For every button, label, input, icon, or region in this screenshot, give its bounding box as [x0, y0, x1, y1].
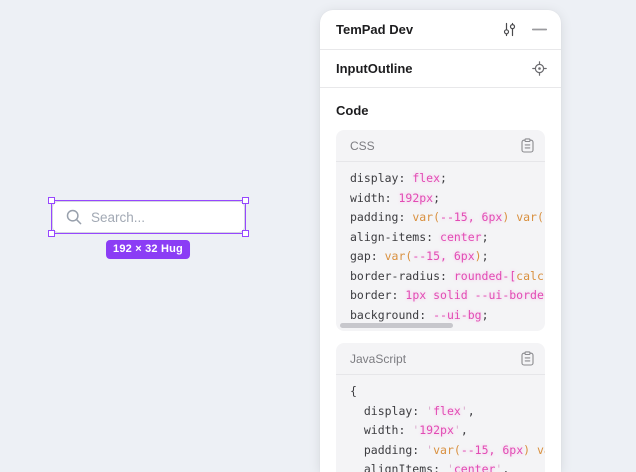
- copy-clipboard-icon[interactable]: [521, 138, 534, 153]
- css-block-label: CSS: [350, 139, 375, 153]
- code-section-label: Code: [336, 103, 545, 118]
- tempad-dev-plugin-panel: TemPad Dev InputOutline: [320, 10, 561, 472]
- javascript-code-text: { display: 'flex', width: '192px', paddi…: [336, 375, 545, 472]
- code-section: Code CSS display: flex;width: 192px;padd…: [320, 103, 561, 472]
- javascript-code-block: JavaScript { display: 'flex', width: '19…: [336, 343, 545, 472]
- component-name: InputOutline: [336, 61, 413, 76]
- css-block-header: CSS: [336, 130, 545, 162]
- sliders-icon[interactable]: [502, 22, 517, 37]
- javascript-block-label: JavaScript: [350, 352, 406, 366]
- search-input-placeholder: Search...: [91, 210, 145, 225]
- minimize-icon[interactable]: [532, 22, 547, 37]
- css-code-text: display: flex;width: 192px;padding: var(…: [336, 162, 545, 325]
- canvas-search-input-component[interactable]: Search...: [52, 201, 245, 233]
- css-code-block: CSS display: flex;width: 192px;padding: …: [336, 130, 545, 331]
- plugin-title: TemPad Dev: [336, 22, 413, 37]
- plugin-header: TemPad Dev: [320, 10, 561, 50]
- selection-handle-se[interactable]: [242, 230, 249, 237]
- selection-handle-sw[interactable]: [48, 230, 55, 237]
- javascript-block-header: JavaScript: [336, 343, 545, 375]
- horizontal-scrollbar[interactable]: [340, 323, 453, 328]
- dimension-badge: 192 × 32 Hug: [106, 240, 190, 259]
- selected-component-row: InputOutline: [320, 50, 561, 88]
- selection-handle-nw[interactable]: [48, 197, 55, 204]
- search-icon: [65, 208, 83, 226]
- locate-target-icon[interactable]: [532, 61, 547, 76]
- selection-handle-ne[interactable]: [242, 197, 249, 204]
- copy-clipboard-icon[interactable]: [521, 351, 534, 366]
